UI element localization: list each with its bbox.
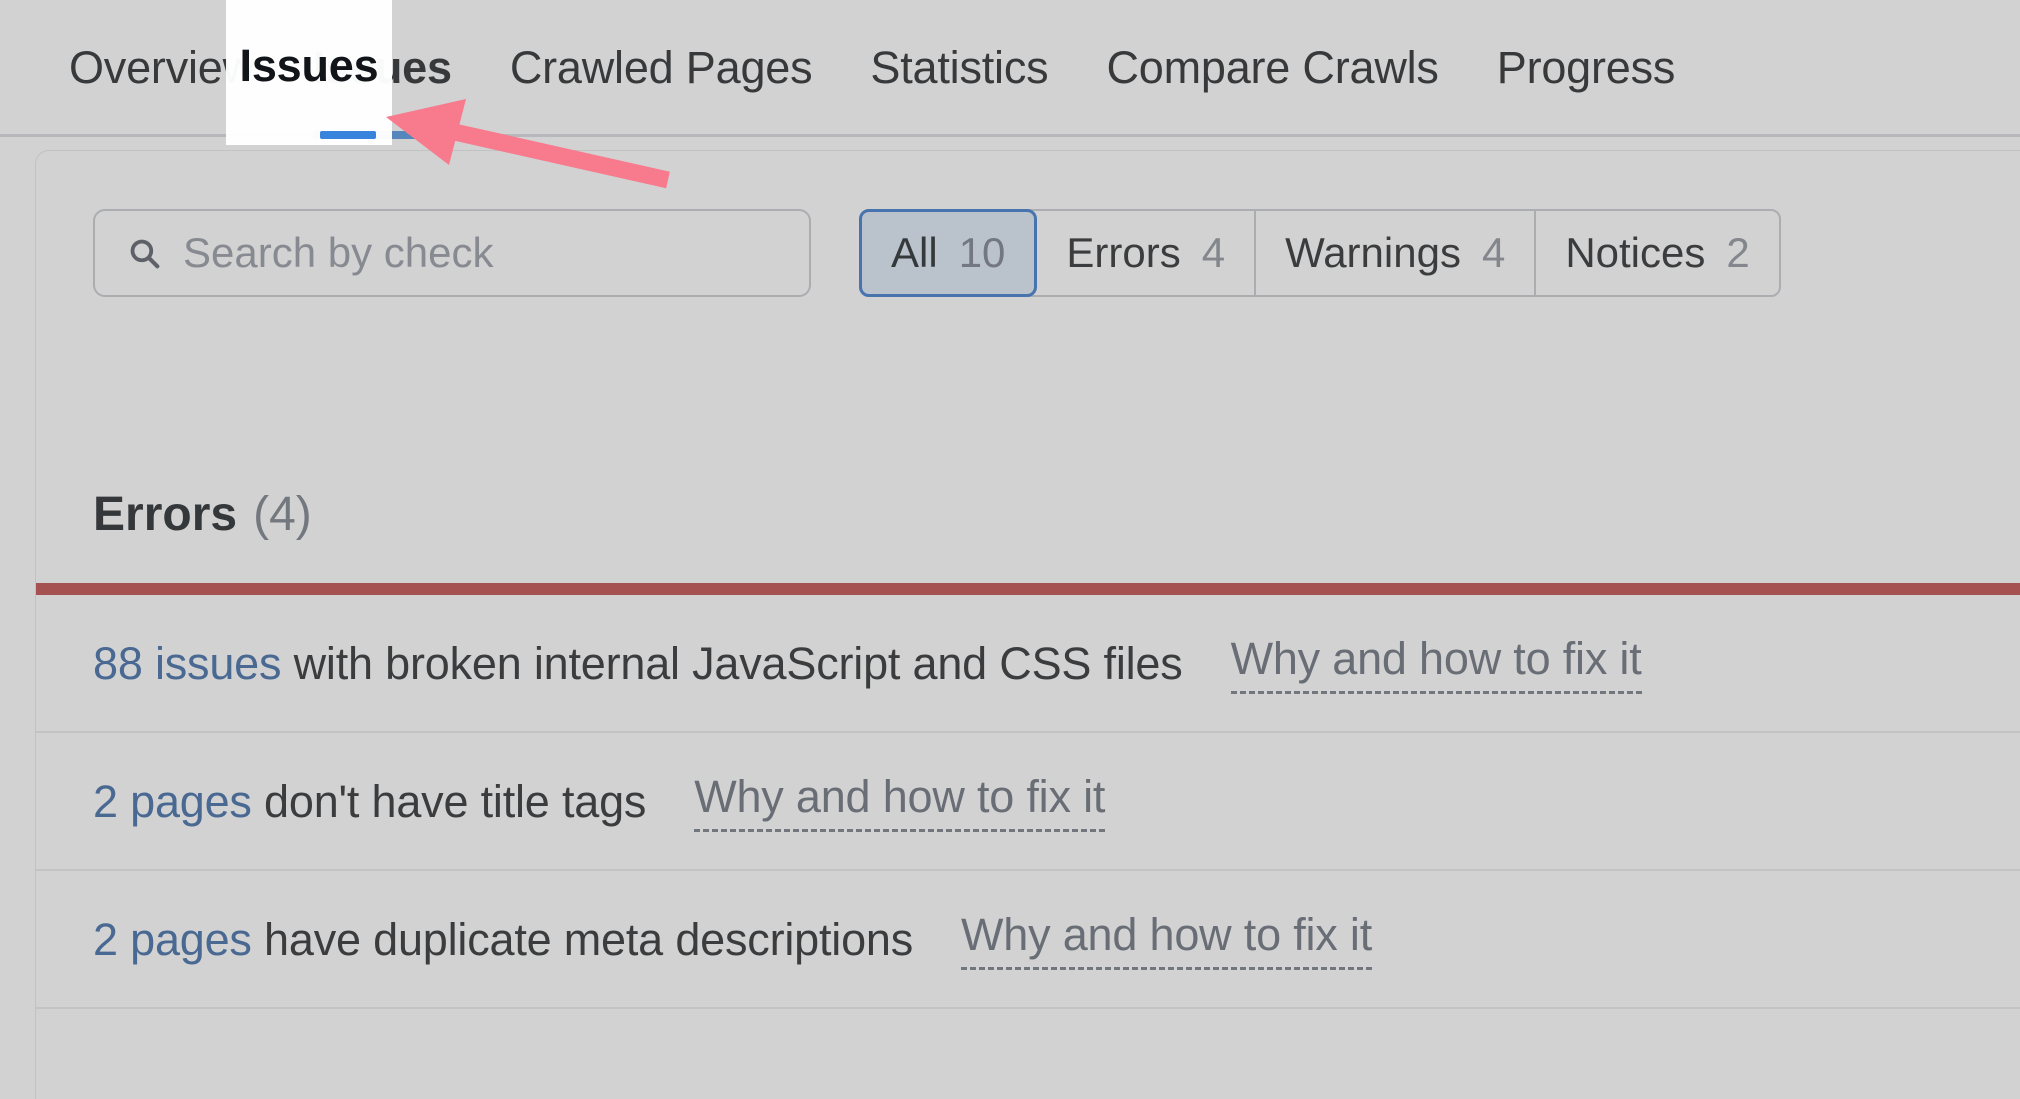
- section-title: Errors: [93, 488, 238, 541]
- tab-compare-crawls-label: Compare Crawls: [1106, 41, 1439, 93]
- filter-notices-label: Notices: [1565, 229, 1706, 276]
- tab-issues[interactable]: Issues: [284, 0, 481, 139]
- table-row[interactable]: 2 pages don't have title tags Why and ho…: [36, 733, 2020, 871]
- issue-description: 88 issues with broken internal JavaScrip…: [93, 641, 1183, 686]
- filter-notices[interactable]: Notices 2: [1536, 211, 1778, 295]
- filter-warnings-count: 4: [1481, 229, 1506, 276]
- section-count: (4): [253, 488, 312, 541]
- search-box[interactable]: [93, 209, 811, 297]
- issues-list: 88 issues with broken internal JavaScrip…: [36, 595, 2020, 1009]
- tab-list: Overview Issues Crawled Pages Statistics…: [40, 0, 1704, 139]
- tab-progress[interactable]: Progress: [1468, 0, 1704, 134]
- site-audit-page: Overview Issues Crawled Pages Statistics…: [0, 0, 2020, 1099]
- search-icon: [130, 239, 160, 269]
- filter-warnings[interactable]: Warnings 4: [1256, 211, 1537, 295]
- search-input[interactable]: [183, 223, 809, 283]
- filter-errors-count: 4: [1201, 229, 1226, 276]
- filter-notices-count: 2: [1726, 229, 1750, 276]
- severity-filter-group: All 10 Errors 4 Warnings 4 Notices 2: [859, 209, 1781, 297]
- tab-statistics-label: Statistics: [870, 41, 1049, 93]
- why-and-how-to-fix-it-link[interactable]: Why and how to fix it: [1230, 633, 1642, 694]
- issue-description: 2 pages have duplicate meta descriptions: [93, 917, 913, 962]
- why-and-how-to-fix-it-link[interactable]: Why and how to fix it: [961, 909, 1372, 970]
- filter-errors[interactable]: Errors 4: [1037, 211, 1257, 295]
- issue-count-link[interactable]: 88 issues: [93, 638, 282, 689]
- tab-issues-label: Issues: [312, 41, 452, 93]
- tab-overview-label: Overview: [69, 41, 255, 93]
- issue-description-text: have duplicate meta descriptions: [251, 913, 914, 965]
- issue-description: 2 pages don't have title tags: [93, 779, 646, 824]
- filter-all[interactable]: All 10: [859, 209, 1038, 297]
- issue-description-text: with broken internal JavaScript and CSS …: [281, 637, 1183, 689]
- tab-progress-label: Progress: [1496, 41, 1676, 93]
- filter-warnings-label: Warnings: [1285, 229, 1461, 276]
- table-row[interactable]: 88 issues with broken internal JavaScrip…: [36, 595, 2020, 733]
- tab-bar: Overview Issues Crawled Pages Statistics…: [0, 0, 2020, 139]
- issues-card: All 10 Errors 4 Warnings 4 Notices 2: [35, 150, 2020, 1099]
- table-row[interactable]: 2 pages have duplicate meta descriptions…: [36, 871, 2020, 1009]
- filter-errors-label: Errors: [1066, 229, 1181, 276]
- issues-toolbar: All 10 Errors 4 Warnings 4 Notices 2: [93, 209, 2020, 297]
- tab-active-underline: [312, 131, 463, 139]
- issue-count-link[interactable]: 2 pages: [93, 776, 252, 827]
- why-and-how-to-fix-it-link[interactable]: Why and how to fix it: [694, 771, 1105, 832]
- tab-crawled-pages[interactable]: Crawled Pages: [481, 0, 842, 134]
- issue-description-text: don't have title tags: [251, 775, 647, 827]
- tab-crawled-pages-label: Crawled Pages: [509, 41, 813, 93]
- tab-overview[interactable]: Overview: [40, 0, 284, 134]
- filter-all-count: 10: [958, 229, 1006, 276]
- filter-all-label: All: [891, 229, 938, 276]
- issue-count-link[interactable]: 2 pages: [93, 914, 252, 965]
- severity-bar-errors: [36, 583, 2020, 595]
- tab-compare-crawls[interactable]: Compare Crawls: [1077, 0, 1467, 134]
- section-heading: Errors (4): [93, 491, 312, 539]
- tab-statistics[interactable]: Statistics: [841, 0, 1077, 134]
